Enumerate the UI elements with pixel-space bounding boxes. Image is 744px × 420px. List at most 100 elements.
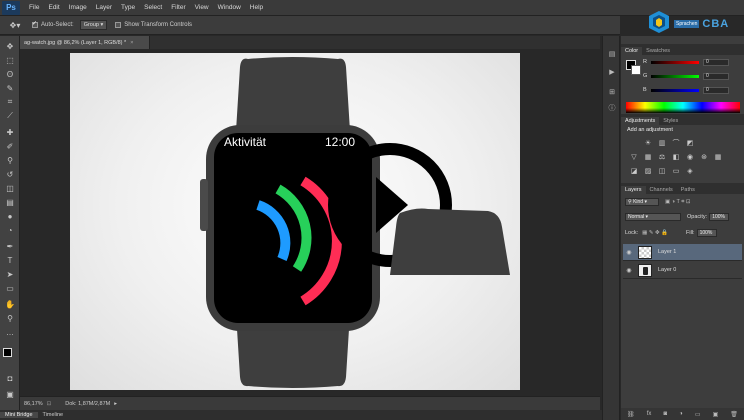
blue-slider-row[interactable]: B 0 [643, 86, 738, 94]
properties-panel-icon[interactable]: ⊞ [606, 86, 618, 98]
tab-timeline[interactable]: Timeline [38, 412, 69, 418]
pen-tool-icon[interactable]: ✒ [3, 240, 17, 252]
vibrance-icon[interactable]: ▽ [629, 152, 639, 161]
show-transform-checkbox[interactable] [115, 22, 122, 28]
visibility-eye-icon[interactable]: ◉ [623, 249, 635, 256]
gradient-tool-icon[interactable]: ▤ [3, 196, 17, 208]
invert-icon[interactable]: ◪ [629, 166, 639, 175]
close-tab-icon[interactable]: × [130, 40, 133, 46]
new-group-icon[interactable]: ▭ [695, 411, 701, 418]
auto-select-checkbox[interactable] [32, 20, 38, 28]
green-value[interactable]: 0 [703, 72, 729, 80]
red-slider-row[interactable]: R 0 [643, 58, 738, 66]
delete-layer-icon[interactable]: 🗑 [730, 411, 738, 418]
exposure-icon[interactable]: ◩ [685, 138, 695, 147]
tab-color[interactable]: Color [621, 47, 643, 55]
hue-saturation-icon[interactable]: ▦ [643, 152, 653, 161]
menu-window[interactable]: Window [218, 4, 241, 11]
move-tool-icon[interactable]: ✥ [3, 40, 17, 52]
threshold-icon[interactable]: ◫ [657, 166, 667, 175]
levels-icon[interactable]: ▥ [657, 138, 667, 147]
green-slider[interactable] [651, 74, 699, 78]
info-panel-icon[interactable]: ⓘ [606, 102, 618, 114]
menu-filter[interactable]: Filter [171, 4, 185, 11]
hand-tool-icon[interactable]: ✋ [3, 298, 17, 310]
menu-view[interactable]: View [195, 4, 209, 11]
menu-select[interactable]: Select [144, 4, 162, 11]
quick-select-tool-icon[interactable]: ✎ [3, 82, 17, 94]
move-tool-preset-icon[interactable]: ✥▾ [6, 19, 24, 32]
eraser-tool-icon[interactable]: ◫ [3, 182, 17, 194]
marquee-tool-icon[interactable]: ⬚ [3, 54, 17, 66]
black-white-icon[interactable]: ◧ [671, 152, 681, 161]
document-tab[interactable]: ag-watch.jpg @ 86,2% (Layer 1, RGB/8) * … [20, 36, 150, 49]
path-select-tool-icon[interactable]: ➤ [3, 268, 17, 280]
opacity-field[interactable]: 100% [709, 213, 730, 221]
brush-tool-icon[interactable]: ✐ [3, 140, 17, 152]
tab-adjustments[interactable]: Adjustments [621, 117, 660, 125]
channel-mixer-icon[interactable]: ⊛ [699, 152, 709, 161]
history-brush-tool-icon[interactable]: ↺ [3, 168, 17, 180]
layer-row-layer-0[interactable]: ◉ Layer 0 [623, 262, 742, 279]
menu-file[interactable]: File [29, 4, 39, 11]
blend-mode-dropdown[interactable]: Normal ▾ [625, 213, 681, 221]
layer-style-icon[interactable]: fx [647, 411, 652, 417]
gradient-map-icon[interactable]: ▭ [671, 166, 681, 175]
clone-stamp-tool-icon[interactable]: ⚲ [3, 154, 17, 166]
type-tool-icon[interactable]: T [3, 254, 17, 266]
color-lookup-icon[interactable]: ▦ [713, 152, 723, 161]
status-menu-arrow-icon[interactable]: ▸ [114, 401, 117, 407]
color-spectrum[interactable] [626, 102, 740, 113]
menu-type[interactable]: Type [121, 4, 135, 11]
history-panel-icon[interactable]: ▤ [606, 48, 618, 60]
quick-mask-icon[interactable]: ◘ [3, 372, 17, 384]
photo-filter-icon[interactable]: ◉ [685, 152, 695, 161]
document-canvas[interactable]: Aktivität 12:00 [70, 53, 520, 390]
tab-styles[interactable]: Styles [659, 117, 682, 125]
red-value[interactable]: 0 [703, 58, 729, 66]
menu-edit[interactable]: Edit [48, 4, 59, 11]
red-slider[interactable] [651, 60, 699, 64]
screen-mode-icon[interactable]: ▣ [3, 388, 17, 400]
brightness-contrast-icon[interactable]: ☀ [643, 138, 653, 147]
adjustment-layer-icon[interactable]: ◑ [679, 411, 683, 417]
layer-filter-icons[interactable]: ▣ ◑ T ⌗ ⊡ [665, 199, 691, 206]
color-balance-icon[interactable]: ⚖ [657, 152, 667, 161]
green-slider-row[interactable]: G 0 [643, 72, 738, 80]
layer-mask-icon[interactable]: ◙ [663, 411, 667, 417]
healing-brush-tool-icon[interactable]: ✚ [3, 126, 17, 138]
tab-paths[interactable]: Paths [677, 186, 699, 194]
menu-image[interactable]: Image [69, 4, 87, 11]
posterize-icon[interactable]: ▨ [643, 166, 653, 175]
layer-kind-filter[interactable]: ⚲ Kind ▾ [625, 198, 659, 206]
lasso-tool-icon[interactable]: ʘ [3, 68, 17, 80]
tab-channels[interactable]: Channels [646, 186, 677, 194]
eyedropper-tool-icon[interactable]: ⟋ [3, 110, 17, 122]
zoom-level[interactable]: 86,17% [24, 401, 43, 407]
tab-swatches[interactable]: Swatches [642, 47, 674, 55]
tab-mini-bridge[interactable]: Mini Bridge [0, 412, 38, 418]
menu-help[interactable]: Help [250, 4, 263, 11]
rectangle-tool-icon[interactable]: ▭ [3, 282, 17, 294]
selective-color-icon[interactable]: ◈ [685, 166, 695, 175]
dodge-tool-icon[interactable]: ◔ [3, 224, 17, 236]
blue-slider[interactable] [651, 88, 699, 92]
tab-layers[interactable]: Layers [621, 186, 646, 194]
color-panel-background-swatch[interactable] [631, 65, 641, 75]
layer-row-layer-1[interactable]: ◉ Layer 1 [623, 244, 742, 261]
new-layer-icon[interactable]: ▣ [713, 411, 719, 418]
more-tools-icon[interactable]: … [3, 326, 17, 338]
auto-select-dropdown[interactable]: Group ▾ [79, 20, 108, 30]
lock-icons[interactable]: ▦ ✎ ✥ 🔒 [642, 230, 668, 236]
blur-tool-icon[interactable]: ● [3, 210, 17, 222]
fill-field[interactable]: 100% [696, 229, 717, 237]
actions-panel-icon[interactable]: ▶ [606, 66, 618, 78]
zoom-tool-icon[interactable]: ⚲ [3, 312, 17, 324]
crop-tool-icon[interactable]: ⌗ [3, 96, 17, 108]
blue-value[interactable]: 0 [703, 86, 729, 94]
menu-layer[interactable]: Layer [96, 4, 112, 11]
visibility-eye-icon[interactable]: ◉ [623, 267, 635, 274]
foreground-color-swatch[interactable] [3, 348, 12, 357]
link-layers-icon[interactable]: ⛓ [627, 411, 635, 418]
curves-icon[interactable]: ⌒ [671, 138, 681, 147]
